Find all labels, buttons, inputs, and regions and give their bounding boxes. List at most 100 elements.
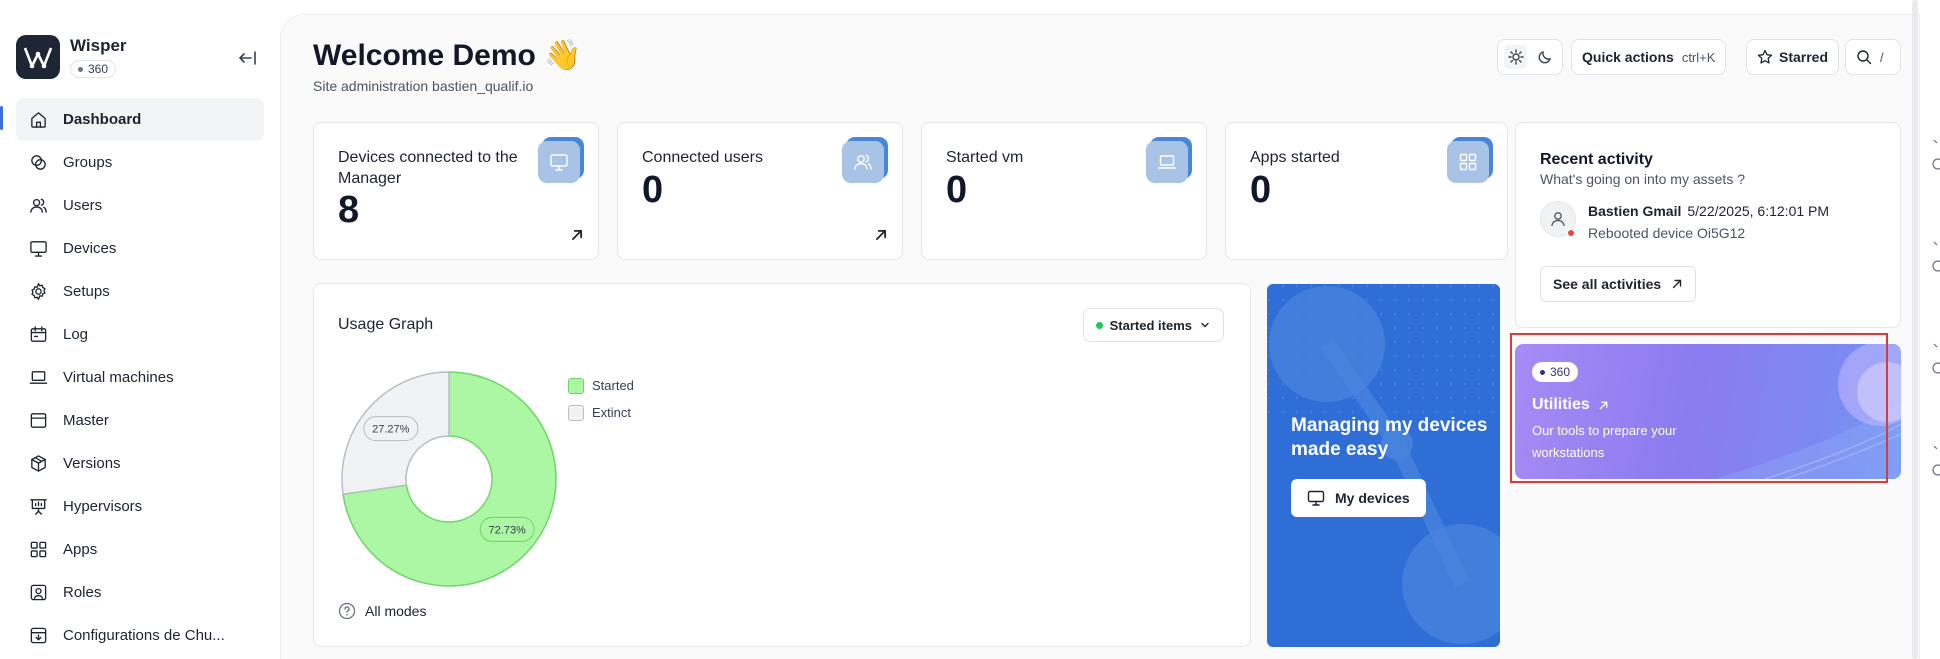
- package-icon: [28, 454, 48, 474]
- sidebar-item-roles[interactable]: Roles: [16, 571, 264, 614]
- search-icon: [1857, 50, 1872, 65]
- groups-icon: [28, 153, 48, 173]
- offline-status-dot: [1567, 229, 1575, 237]
- utilities-description: Our tools to prepare your workstations: [1532, 423, 1677, 460]
- help-circle-icon: [338, 602, 356, 620]
- sidebar-item-users[interactable]: Users: [16, 184, 264, 227]
- status-dot: [1095, 321, 1103, 329]
- activity-action: Rebooted device Oi5G12: [1588, 225, 1746, 241]
- scrollbar[interactable]: [1912, 0, 1918, 659]
- grid-icon: [28, 540, 48, 560]
- recent-activity-subtitle: What's going on into my assets ?: [1540, 171, 1745, 187]
- sidebar-item-label: Versions: [63, 455, 121, 472]
- right-edge-icons: [1928, 139, 1940, 485]
- started-items-label: Started items: [1109, 317, 1192, 333]
- donut-label-started: 72.73%: [479, 516, 535, 542]
- moon-icon[interactable]: [1533, 45, 1556, 69]
- arrow-up-right-icon: [1599, 401, 1608, 409]
- stat-card[interactable]: Devices connected to the Manager 8: [313, 122, 599, 260]
- svg-text:27.27%: 27.27%: [372, 424, 410, 436]
- search-button[interactable]: /: [1845, 39, 1901, 75]
- chevron-down-icon: [1201, 322, 1209, 328]
- monitor-icon: [28, 239, 48, 259]
- sidebar-item-configurations-de-chu[interactable]: Configurations de Chu...: [16, 614, 264, 657]
- sidebar-item-label: Virtual machines: [63, 369, 174, 386]
- sidebar-item-virtual-machines[interactable]: Virtual machines: [16, 356, 264, 399]
- sidebar-item-apps[interactable]: Apps: [16, 528, 264, 571]
- sun-icon[interactable]: [1504, 45, 1527, 69]
- sidebar-item-devices[interactable]: Devices: [16, 227, 264, 270]
- quick-actions-button[interactable]: Quick actions ctrl+K: [1571, 39, 1727, 75]
- presentation-icon: [28, 497, 48, 517]
- sidebar-item-label: Devices: [63, 240, 117, 257]
- search-shortcut: /: [1880, 49, 1884, 65]
- sidebar-item-label: Master: [63, 412, 109, 429]
- page-title: Welcome Demo 👋: [313, 39, 582, 72]
- sidebar-item-dashboard[interactable]: Dashboard: [16, 98, 264, 141]
- stat-card[interactable]: Connected users 0: [617, 122, 903, 260]
- active-indicator: [0, 106, 3, 130]
- sidebar-item-label: Roles: [63, 584, 102, 601]
- laptop-icon: [1146, 141, 1188, 183]
- sidebar-item-groups[interactable]: Groups: [16, 141, 264, 184]
- stat-card: Apps started 0: [1225, 122, 1508, 260]
- sidebar-item-log[interactable]: Log: [16, 313, 264, 356]
- users-icon: [28, 196, 48, 216]
- users-icon: [842, 141, 884, 183]
- legend-swatch: [568, 377, 584, 394]
- app-name: Wisper: [70, 36, 127, 55]
- sidebar-item-label: Log: [63, 326, 89, 343]
- my-devices-button[interactable]: My devices: [1291, 479, 1426, 517]
- legend-label: Extinct: [592, 405, 632, 420]
- sidebar-item-label: Groups: [63, 154, 113, 171]
- sidebar-nav: Dashboard Groups Users Devices Setups Log Virt…: [16, 98, 264, 657]
- arrow-up-right-icon[interactable]: [570, 228, 584, 247]
- monitor-icon: [538, 141, 580, 183]
- quick-actions-shortcut: ctrl+K: [1681, 49, 1716, 65]
- promo-background: [1267, 284, 1500, 644]
- star-icon: [1757, 49, 1773, 64]
- utilities-card[interactable]: 360 Utilities Our tools to prepare your …: [1515, 344, 1901, 479]
- activity-time: 5/22/2025, 6:12:01 PM: [1687, 203, 1830, 219]
- sidebar-item-setups[interactable]: Setups: [16, 270, 264, 313]
- sidebar-item-label: Setups: [63, 283, 110, 300]
- theme-switch[interactable]: [1497, 39, 1563, 75]
- usage-graph-title: Usage Graph: [338, 316, 434, 333]
- sidebar-item-versions[interactable]: Versions: [16, 442, 264, 485]
- all-modes[interactable]: All modes: [338, 602, 426, 620]
- starred-button[interactable]: Starred: [1746, 39, 1840, 75]
- page-subtitle: Site administration bastien_qualif.io: [313, 78, 534, 94]
- sidebar-item-label: Dashboard: [63, 111, 142, 128]
- stat-card: Started vm 0: [921, 122, 1207, 260]
- user-icon: [1551, 212, 1565, 227]
- recent-activity-card: Recent activity What's going on into my …: [1515, 122, 1901, 328]
- started-items-dropdown[interactable]: Started items: [1082, 308, 1224, 342]
- stat-label: Apps started: [1250, 149, 1340, 166]
- sidebar-item-label: Configurations de Chu...: [63, 627, 225, 644]
- brand[interactable]: Wisper 360: [16, 35, 127, 79]
- legend-item-extinct[interactable]: Extinct: [568, 399, 634, 426]
- stat-value: 8: [338, 189, 360, 231]
- sidebar: Wisper 360 Dashboard Groups Users Devices Se…: [0, 0, 280, 659]
- stat-value: 0: [1250, 169, 1272, 211]
- home-icon: [28, 110, 48, 130]
- my-devices-label: My devices: [1335, 490, 1410, 506]
- svg-text:72.73%: 72.73%: [489, 524, 527, 536]
- all-modes-label: All modes: [365, 603, 427, 619]
- utilities-badge: 360: [1532, 362, 1579, 382]
- stat-value: 0: [946, 169, 968, 211]
- grid-icon: [1447, 141, 1489, 183]
- legend-label: Started: [592, 378, 634, 393]
- see-all-activities-button[interactable]: See all activities: [1540, 266, 1697, 302]
- recent-activity-title: Recent activity: [1540, 151, 1653, 168]
- sidebar-item-hypervisors[interactable]: Hypervisors: [16, 485, 264, 528]
- donut-label-extinct: 27.27%: [363, 416, 419, 442]
- legend-swatch: [568, 404, 584, 421]
- sidebar-item-master[interactable]: Master: [16, 399, 264, 442]
- activity-header: Bastien Gmail 5/22/2025, 6:12:01 PM: [1588, 203, 1829, 219]
- starred-label: Starred: [1779, 49, 1829, 65]
- arrow-up-right-icon[interactable]: [874, 228, 888, 247]
- legend-item-started[interactable]: Started: [568, 372, 634, 399]
- sidebar-item-label: Hypervisors: [63, 498, 143, 515]
- collapse-sidebar-icon[interactable]: [236, 48, 260, 68]
